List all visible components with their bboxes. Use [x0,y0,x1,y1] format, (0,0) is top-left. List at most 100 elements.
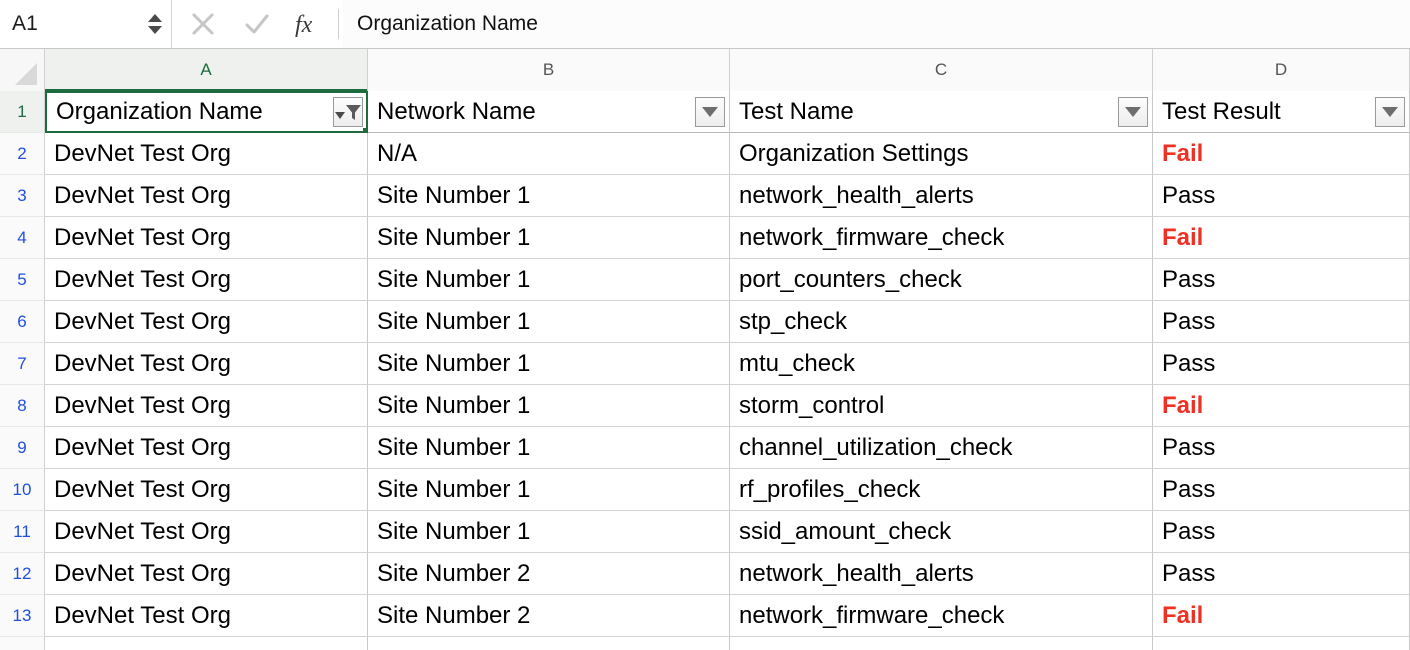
row-header-4[interactable]: 4 [0,217,45,259]
formula-input[interactable]: Organization Name [343,0,1410,48]
row-header-7[interactable]: 7 [0,343,45,385]
table-row: 10 DevNet Test Org Site Number 1 rf_profile… [0,469,1410,511]
cell-a13[interactable]: DevNet Test Org [45,595,368,637]
cell-a10[interactable]: DevNet Test Org [45,469,368,511]
row-header-1[interactable]: 1 [0,91,45,133]
row-header-9[interactable]: 9 [0,427,45,469]
cell-a9[interactable]: DevNet Test Org [45,427,368,469]
cell-c4[interactable]: network_firmware_check [730,217,1153,259]
cell-c11[interactable]: ssid_amount_check [730,511,1153,553]
cell-a5[interactable]: DevNet Test Org [45,259,368,301]
formula-bar-buttons: fx [172,0,343,48]
cell-b3[interactable]: Site Number 1 [368,175,730,217]
cell-a11[interactable]: DevNet Test Org [45,511,368,553]
cell-b5[interactable]: Site Number 1 [368,259,730,301]
name-box-spinner[interactable] [145,0,171,48]
row-header-12[interactable]: 12 [0,553,45,595]
cell-b7[interactable]: Site Number 1 [368,343,730,385]
cell-a4[interactable]: DevNet Test Org [45,217,368,259]
row-header-3[interactable]: 3 [0,175,45,217]
cancel-edit-button[interactable] [176,0,230,49]
cell-c2[interactable]: Organization Settings [730,133,1153,175]
filter-button-column-c[interactable] [1118,96,1148,127]
column-header-b[interactable]: B [368,49,730,91]
cell-c13[interactable]: network_firmware_check [730,595,1153,637]
cell-d13[interactable]: Fail [1153,595,1410,637]
cell-d9[interactable]: Pass [1153,427,1410,469]
row-header-13[interactable]: 13 [0,595,45,637]
column-header-a[interactable]: A [45,49,368,92]
triangle-down-icon[interactable] [148,26,162,34]
column-header-c[interactable]: C [730,49,1153,91]
cell-a8[interactable]: DevNet Test Org [45,385,368,427]
cell-c12[interactable]: network_health_alerts [730,553,1153,595]
row-header-11[interactable]: 11 [0,511,45,553]
row-header-8[interactable]: 8 [0,385,45,427]
cell-c1[interactable]: Test Name [730,91,1153,133]
row-header-6[interactable]: 6 [0,301,45,343]
cell-b14[interactable] [368,637,730,650]
cell-c3[interactable]: network_health_alerts [730,175,1153,217]
cell-a1[interactable]: Organization Name [45,91,368,133]
cell-a6[interactable]: DevNet Test Org [45,301,368,343]
filter-button-column-b[interactable] [695,96,725,127]
cell-b2[interactable]: N/A [368,133,730,175]
cell-d6[interactable]: Pass [1153,301,1410,343]
funnel-icon [345,104,361,120]
cell-b11[interactable]: Site Number 1 [368,511,730,553]
cell-b13[interactable]: Site Number 2 [368,595,730,637]
cell-a14[interactable] [45,637,368,650]
row-header-5[interactable]: 5 [0,259,45,301]
insert-function-button[interactable]: fx [284,0,338,49]
cell-d12[interactable]: Pass [1153,553,1410,595]
spreadsheet-grid: A B C D 1 Organization Name Network Name… [0,49,1410,650]
cell-c7[interactable]: mtu_check [730,343,1153,385]
selection-fill-handle[interactable] [362,127,366,131]
cell-a7[interactable]: DevNet Test Org [45,343,368,385]
cell-b1[interactable]: Network Name [368,91,730,133]
cell-c6-text: stp_check [739,307,848,335]
row-header-10[interactable]: 10 [0,469,45,511]
cell-d8[interactable]: Fail [1153,385,1410,427]
column-header-d[interactable]: D [1153,49,1410,91]
cell-b13-text: Site Number 2 [377,601,531,629]
cell-c10[interactable]: rf_profiles_check [730,469,1153,511]
cell-a4-text: DevNet Test Org [54,223,231,251]
cell-d1[interactable]: Test Result [1153,91,1410,133]
cell-c2-text: Organization Settings [739,139,969,167]
filter-button-column-a[interactable] [333,97,363,127]
select-all-corner[interactable] [0,49,45,91]
confirm-edit-button[interactable] [230,0,284,49]
cell-b10[interactable]: Site Number 1 [368,469,730,511]
cell-c9[interactable]: channel_utilization_check [730,427,1153,469]
cell-c5[interactable]: port_counters_check [730,259,1153,301]
row-header-2[interactable]: 2 [0,133,45,175]
cell-a12[interactable]: DevNet Test Org [45,553,368,595]
cell-b6[interactable]: Site Number 1 [368,301,730,343]
cell-d10[interactable]: Pass [1153,469,1410,511]
cell-b9[interactable]: Site Number 1 [368,427,730,469]
cell-d14[interactable] [1153,637,1410,650]
row-header-11-label: 11 [13,521,31,541]
filter-button-column-d[interactable] [1375,96,1405,127]
chevron-down-icon [1125,106,1141,117]
cell-d7[interactable]: Pass [1153,343,1410,385]
cell-d2[interactable]: Fail [1153,133,1410,175]
cell-d3[interactable]: Pass [1153,175,1410,217]
cell-d4[interactable]: Fail [1153,217,1410,259]
cell-c14[interactable] [730,637,1153,650]
cell-a3[interactable]: DevNet Test Org [45,175,368,217]
cell-b12[interactable]: Site Number 2 [368,553,730,595]
triangle-up-icon[interactable] [148,14,162,22]
cell-d5[interactable]: Pass [1153,259,1410,301]
name-box[interactable]: A1 [0,0,172,48]
cell-c8[interactable]: storm_control [730,385,1153,427]
column-header-c-label: C [934,60,948,79]
cell-a2[interactable]: DevNet Test Org [45,133,368,175]
cell-b8[interactable]: Site Number 1 [368,385,730,427]
cell-b4[interactable]: Site Number 1 [368,217,730,259]
cell-c6[interactable]: stp_check [730,301,1153,343]
row-header-14[interactable] [0,637,45,650]
cell-c7-text: mtu_check [739,349,856,377]
cell-d11[interactable]: Pass [1153,511,1410,553]
